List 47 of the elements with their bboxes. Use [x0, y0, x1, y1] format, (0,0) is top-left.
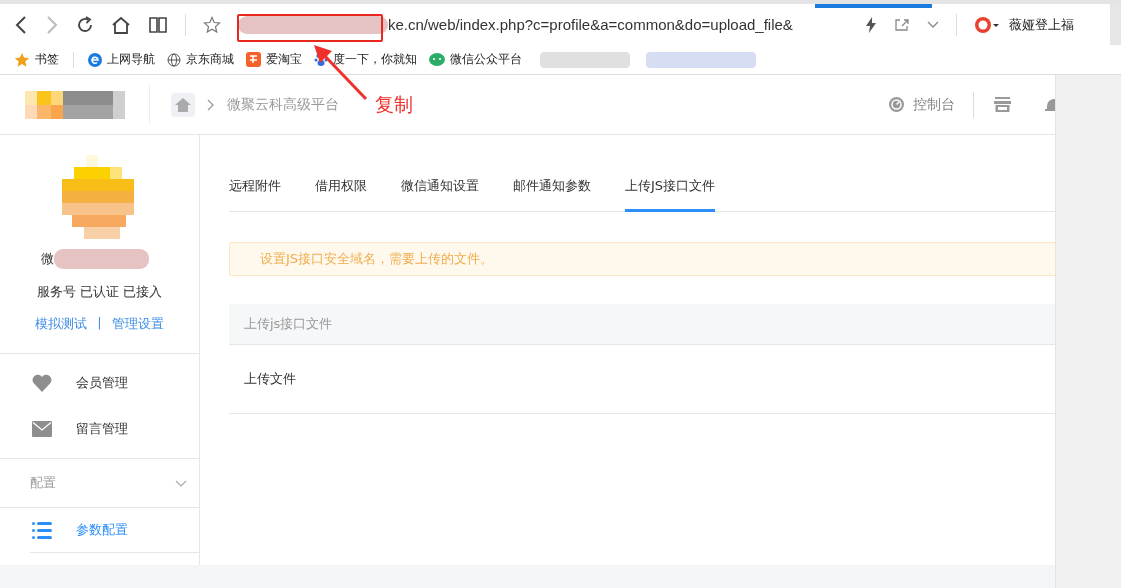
account-status: 服务号 已认证 已接入: [36, 283, 163, 301]
reload-icon[interactable]: [76, 15, 94, 34]
notice-banner: 设置JS接口安全域名，需要上传的文件。: [229, 242, 1055, 276]
globe-icon: [167, 52, 181, 67]
book-icon[interactable]: [148, 15, 168, 34]
chevron-right-icon: [207, 98, 215, 111]
mail-icon: [32, 421, 52, 437]
chevron-down-icon[interactable]: [927, 20, 939, 29]
link-separator: |: [97, 315, 102, 332]
home-icon[interactable]: [111, 15, 131, 34]
heart-icon: [32, 374, 52, 392]
home-button[interactable]: [171, 92, 195, 117]
menu-item[interactable]: 会员管理: [0, 360, 199, 406]
account-name: 微: [40, 250, 54, 268]
bookmark[interactable]: 上网导航: [88, 51, 155, 68]
dashboard-icon: [888, 96, 905, 113]
profile-text[interactable]: 薇娅登上福: [1009, 15, 1074, 34]
sogou-icon[interactable]: [974, 15, 1000, 34]
bookmark[interactable]: 书签: [14, 51, 59, 68]
back-icon[interactable]: [14, 15, 28, 34]
sidebar-link[interactable]: 管理设置: [111, 315, 164, 333]
console-link[interactable]: 控制台: [888, 95, 955, 114]
tab[interactable]: 借用权限: [315, 165, 367, 212]
store-icon[interactable]: [994, 96, 1011, 113]
tab[interactable]: 微信通知设置: [401, 165, 479, 212]
list-icon: [32, 521, 52, 539]
panel-header: 上传js接口文件: [229, 304, 1055, 345]
lightning-icon[interactable]: [865, 16, 877, 33]
menu-item[interactable]: 参数配置: [30, 508, 199, 553]
tab[interactable]: 邮件通知参数: [513, 165, 591, 212]
url-text[interactable]: ke.cn/web/index.php?c=profile&a=common&do=upload_file&: [388, 16, 793, 33]
bookmark[interactable]: 爱淘宝: [246, 51, 302, 68]
tab[interactable]: 上传JS接口文件: [625, 165, 716, 212]
star-icon[interactable]: [203, 15, 221, 34]
bookmark[interactable]: 京东商城: [167, 51, 234, 68]
share-icon[interactable]: [894, 17, 910, 32]
menu-item[interactable]: 留言管理: [0, 406, 199, 452]
browser-e-icon: [88, 52, 102, 67]
tab[interactable]: 远程附件: [229, 165, 281, 212]
bell-icon[interactable]: [1045, 96, 1055, 113]
bookmark[interactable]: 微信公众平台: [429, 51, 522, 68]
shopping-tag-icon: [246, 52, 261, 67]
sidebar-link[interactable]: 模拟测试: [35, 315, 88, 333]
star-icon: [14, 51, 30, 68]
chat-icon: [429, 52, 445, 67]
form-label: 上传文件: [229, 345, 1055, 414]
annotation-text: 复制: [375, 92, 413, 117]
